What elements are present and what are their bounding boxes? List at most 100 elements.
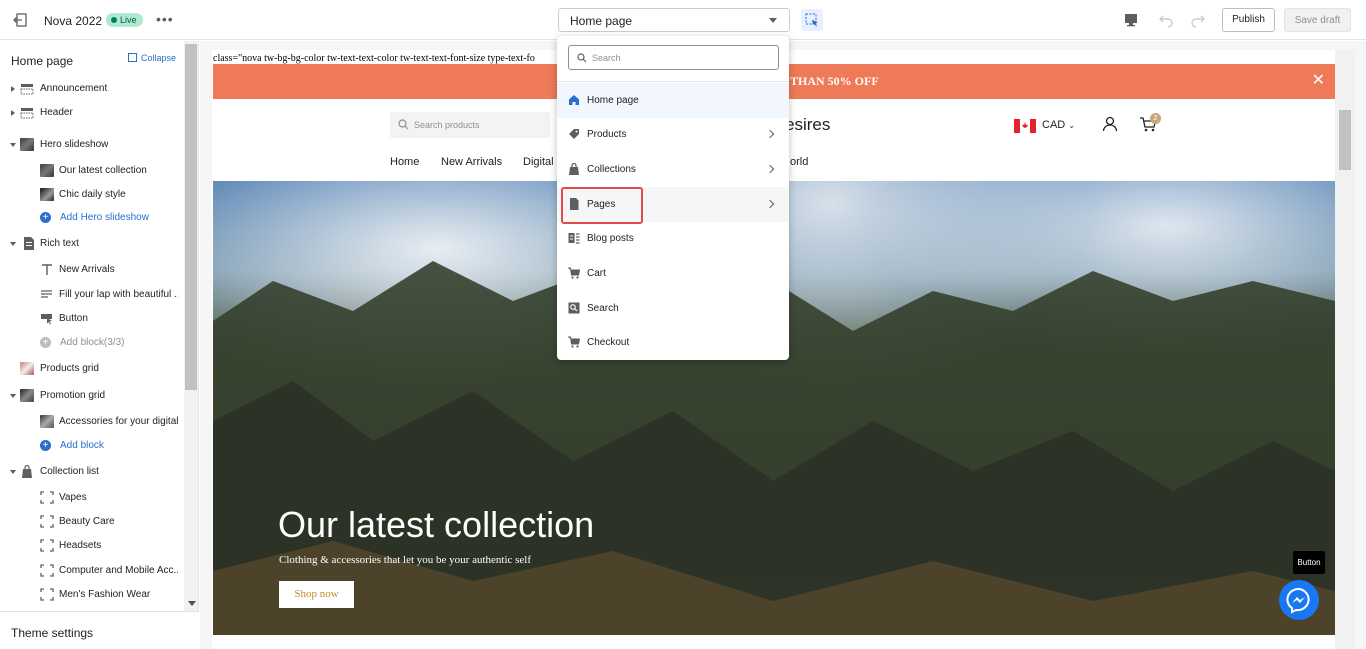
live-badge: Live — [106, 13, 143, 27]
sidebar-item-rich-text[interactable]: Rich text — [10, 233, 181, 255]
sidebar-block-chic-daily-style[interactable]: Chic daily style — [40, 184, 180, 206]
store-logo[interactable]: esires — [785, 115, 830, 135]
sidebar-item-label: Our latest collection — [59, 165, 147, 176]
sidebar-item-label: Accessories for your digital... — [59, 416, 178, 427]
sidebar-item-label: Rich text — [40, 238, 79, 249]
sidebar-item-label: Products grid — [40, 363, 99, 374]
sidebar-item-label: Header — [40, 107, 73, 118]
blog-icon — [568, 233, 580, 244]
sidebar-item-label: Button — [59, 313, 88, 324]
account-icon[interactable] — [1102, 116, 1118, 132]
dropdown-item-cart[interactable]: Cart — [557, 256, 789, 291]
sidebar-block-computer-mobile[interactable]: Computer and Mobile Acc... — [40, 560, 180, 582]
messenger-chat-button[interactable] — [1279, 580, 1319, 620]
sidebar-item-label: Fill your lap with beautiful ... — [59, 289, 178, 300]
dropdown-item-blog-posts[interactable]: Blog posts — [557, 221, 789, 256]
caret-down-icon[interactable] — [10, 394, 16, 398]
page-selector-label: Home page — [570, 14, 633, 28]
add-hero-slideshow-button[interactable]: + Add Hero slideshow — [40, 207, 180, 229]
sidebar-block-new-arrivals[interactable]: New Arrivals — [40, 259, 180, 281]
hero-subtitle: Clothing & accessories that let you be y… — [279, 554, 532, 566]
nav-link-digital[interactable]: Digital — [523, 156, 554, 168]
section-thumbnail — [20, 362, 34, 375]
theme-settings-label: Theme settings — [11, 626, 94, 640]
hero-title: Our latest collection — [278, 504, 595, 545]
chevron-right-icon — [765, 164, 775, 174]
desktop-view-icon[interactable] — [1124, 13, 1138, 27]
sidebar-item-label: Promotion grid — [40, 390, 106, 401]
sidebar-item-hero-slideshow[interactable]: Hero slideshow — [10, 134, 181, 156]
announcement-text: THAN 50% OFF — [790, 74, 879, 88]
collapse-icon — [128, 53, 137, 62]
sidebar-block-headsets[interactable]: Headsets — [40, 535, 180, 557]
search-icon — [398, 119, 409, 130]
dropdown-item-search[interactable]: Search — [557, 291, 789, 326]
sidebar-block-accessories[interactable]: Accessories for your digital... — [40, 411, 180, 433]
shop-now-button[interactable]: Shop now — [279, 581, 354, 608]
close-icon[interactable]: ✕ — [1312, 73, 1325, 89]
plus-circle-icon: + — [40, 440, 51, 451]
dropdown-item-label: Checkout — [587, 337, 630, 348]
publish-button[interactable]: Publish — [1222, 8, 1275, 32]
sidebar-block-beauty-care[interactable]: Beauty Care — [40, 511, 180, 533]
nav-link-new-arrivals[interactable]: New Arrivals — [441, 156, 502, 168]
more-actions-button[interactable]: ••• — [156, 11, 174, 27]
sidebar-item-collection-list[interactable]: Collection list — [10, 461, 181, 483]
sidebar-item-label: Add Hero slideshow — [60, 212, 149, 223]
dropdown-item-label: Home page — [587, 95, 639, 106]
add-block-button-disabled: + Add block(3/3) — [40, 332, 180, 354]
store-search-input[interactable]: Search products — [390, 112, 550, 138]
divider — [557, 81, 789, 82]
theme-settings-button[interactable]: Theme settings — [0, 611, 199, 649]
add-block-button[interactable]: + Add block — [40, 435, 180, 457]
sidebar-item-products-grid[interactable]: Products grid — [11, 358, 181, 380]
sidebar-item-label: Beauty Care — [59, 516, 115, 527]
block-thumbnail — [40, 415, 54, 428]
placeholder-icon — [40, 539, 54, 552]
sidebar-item-header[interactable]: Header — [11, 102, 181, 124]
placeholder-icon — [40, 588, 54, 601]
sidebar-scrollbar-thumb[interactable] — [185, 44, 197, 390]
save-draft-button[interactable]: Save draft — [1284, 8, 1351, 32]
placeholder-icon — [40, 564, 54, 577]
sidebar-block-mens-fashion[interactable]: Men's Fashion Wear — [40, 584, 180, 606]
caret-down-icon[interactable] — [10, 143, 16, 147]
pages-highlight-annotation — [561, 187, 643, 224]
dropdown-item-checkout[interactable]: Checkout — [557, 325, 789, 360]
dropdown-item-collections[interactable]: Collections — [557, 152, 789, 187]
nav-link-home[interactable]: Home — [390, 156, 419, 168]
cart-icon — [568, 267, 580, 279]
preview-scrollbar-thumb[interactable] — [1339, 110, 1351, 170]
scroll-down-arrow-icon[interactable] — [188, 601, 196, 606]
messenger-icon — [1286, 587, 1310, 614]
sidebar-block-paragraph[interactable]: Fill your lap with beautiful ... — [40, 284, 180, 306]
sidebar-item-label: Add block — [60, 440, 104, 451]
sidebar-item-label: New Arrivals — [59, 264, 115, 275]
sidebar-item-announcement[interactable]: Announcement — [11, 78, 181, 100]
exit-icon[interactable] — [12, 12, 28, 28]
nav-link-world[interactable]: orld — [790, 156, 808, 168]
block-thumbnail — [40, 188, 54, 201]
sidebar-block-vapes[interactable]: Vapes — [40, 487, 180, 509]
search-icon — [577, 53, 587, 63]
dropdown-item-products[interactable]: Products — [557, 117, 789, 152]
sidebar-item-label: Announcement — [40, 83, 108, 94]
cursor-select-icon — [805, 13, 818, 27]
caret-right-icon[interactable] — [11, 86, 15, 92]
button-tooltip: Button — [1293, 551, 1325, 574]
collapse-button[interactable]: Collapse — [128, 53, 176, 63]
dropdown-item-home-page[interactable]: Home page — [557, 83, 789, 118]
plus-circle-icon: + — [40, 337, 51, 348]
currency-selector[interactable]: CAD ⌄ — [1042, 119, 1075, 131]
page-selector[interactable]: Home page — [558, 8, 790, 32]
caret-down-icon[interactable] — [10, 242, 16, 246]
dropdown-search-input[interactable]: Search — [568, 45, 779, 70]
inspector-toggle-button[interactable] — [801, 9, 823, 31]
redo-icon[interactable] — [1190, 12, 1206, 28]
undo-icon[interactable] — [1158, 12, 1174, 28]
sidebar-block-our-latest-collection[interactable]: Our latest collection — [40, 160, 180, 182]
caret-down-icon[interactable] — [10, 470, 16, 474]
sidebar-item-promotion-grid[interactable]: Promotion grid — [10, 385, 181, 407]
caret-right-icon[interactable] — [11, 110, 15, 116]
sidebar-block-button[interactable]: Button — [40, 308, 180, 330]
